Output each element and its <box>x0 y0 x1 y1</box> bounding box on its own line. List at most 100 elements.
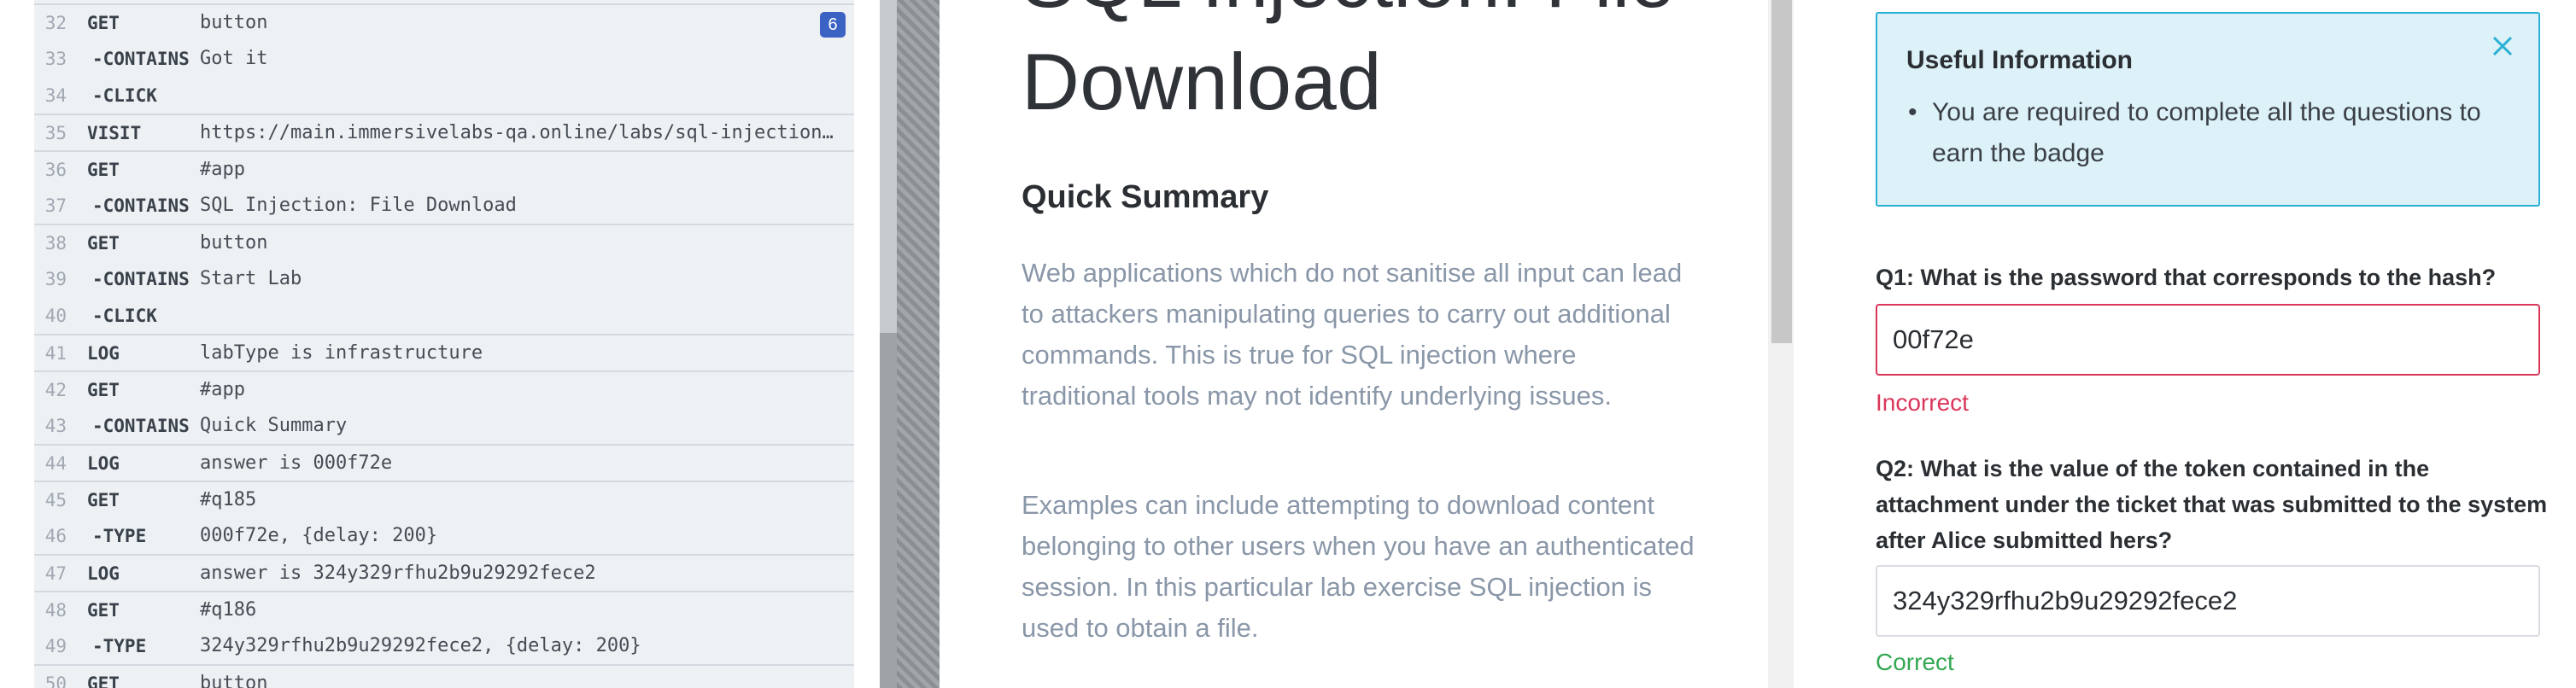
command-name: VISIT <box>87 122 142 143</box>
question-2-prefix: Q2: <box>1876 456 1915 481</box>
command-name: GET <box>87 489 120 510</box>
command-name: LOG <box>87 342 120 364</box>
info-title: Useful Information <box>1906 46 2134 74</box>
line-number: 38 <box>44 232 67 254</box>
command-log-panel: 32 GET button 6 33 -CONTAINS Got it 34 -CLICK 35 V… <box>0 0 880 688</box>
command-name: GET <box>87 599 120 621</box>
command-message: labType is infrastructure <box>200 342 483 364</box>
command-log-row[interactable]: 34 -CLICK <box>34 77 854 114</box>
command-message: https://main.immersivelabs-qa.online/lab… <box>200 122 854 143</box>
line-number: 32 <box>44 12 67 33</box>
command-message: Quick Summary <box>200 415 348 436</box>
command-log-row[interactable]: 43 -CONTAINS Quick Summary <box>34 407 854 444</box>
command-log-row[interactable]: 46 -TYPE 000f72e, {delay: 200} <box>34 517 854 554</box>
command-log-row[interactable]: 45 GET #q185 <box>34 481 854 517</box>
question-1-prefix: Q1: <box>1876 265 1915 290</box>
command-name: -TYPE <box>92 635 147 656</box>
line-number: 44 <box>44 452 67 474</box>
line-number: 34 <box>44 85 67 106</box>
command-name: -CLICK <box>92 85 157 106</box>
summary-paragraph-1: Web applications which do not sanitise a… <box>1022 258 1683 411</box>
command-log-list: 32 GET button 6 33 -CONTAINS Got it 34 -CLICK 35 V… <box>34 0 854 688</box>
question-2-label: Q2: What is the value of the token conta… <box>1876 451 2550 558</box>
line-number: 42 <box>44 379 67 400</box>
question-1-status: Incorrect <box>1876 389 1969 416</box>
line-number: 40 <box>44 305 67 326</box>
scrollbar-thumb[interactable] <box>880 333 897 688</box>
command-log-row[interactable]: 47 LOG answer is 324y329rfhu2b9u29292fece2 <box>34 554 854 591</box>
line-number: 48 <box>44 599 67 621</box>
line-number: 33 <box>44 48 67 69</box>
command-log-row[interactable]: 33 -CONTAINS Got it <box>34 40 854 77</box>
command-message: answer is 324y329rfhu2b9u29292fece2 <box>200 563 596 584</box>
command-log-row[interactable]: 44 LOG answer is 000f72e <box>34 444 854 481</box>
question-2-answer-input[interactable] <box>1876 565 2540 637</box>
command-log-row[interactable]: 50 GET button <box>34 664 854 688</box>
line-number: 36 <box>44 159 67 180</box>
command-message: 000f72e, {delay: 200} <box>200 525 438 546</box>
command-message: 324y329rfhu2b9u29292fece2, {delay: 200} <box>200 635 641 656</box>
quick-summary-heading: Quick Summary <box>1022 179 1269 215</box>
line-number: 39 <box>44 268 67 289</box>
line-number: 50 <box>44 673 67 688</box>
line-number: 37 <box>44 195 67 216</box>
command-log-row[interactable]: 42 GET #app <box>34 370 854 407</box>
command-name: -CONTAINS <box>92 195 190 216</box>
question-2-text: What is the value of the token contained… <box>1876 456 2548 553</box>
lab-title: Download <box>1022 37 1383 126</box>
question-1-label: Q1: What is the password that correspond… <box>1876 259 2550 295</box>
command-log-row[interactable]: 41 LOG labType is infrastructure <box>34 334 854 370</box>
question-2-status: Correct <box>1876 649 1954 675</box>
command-name: -CONTAINS <box>92 268 190 289</box>
command-message: SQL Injection: File Download <box>200 195 517 216</box>
line-number: 35 <box>44 122 67 143</box>
command-name: -TYPE <box>92 525 147 546</box>
line-number: 41 <box>44 342 67 364</box>
scrollbar-thumb[interactable] <box>1771 0 1792 343</box>
line-number: 47 <box>44 563 67 584</box>
command-message: answer is 000f72e <box>200 452 393 474</box>
question-1-answer-input[interactable] <box>1876 304 2540 376</box>
useful-information-box: Useful Information You are required to c… <box>1876 12 2540 207</box>
questions-panel: Useful Information You are required to c… <box>1794 0 2576 688</box>
line-number: 46 <box>44 525 67 546</box>
command-name: GET <box>87 232 120 254</box>
command-message: button <box>200 673 268 688</box>
line-number: 45 <box>44 489 67 510</box>
info-list: You are required to complete all the que… <box>1906 92 2521 174</box>
command-message: Start Lab <box>200 268 302 289</box>
close-icon[interactable] <box>2485 29 2520 63</box>
command-message: #q185 <box>200 489 257 510</box>
lab-content: SQL Injection: File Download Quick Summa… <box>940 0 1768 688</box>
command-message: button <box>200 12 268 33</box>
line-number: 49 <box>44 635 67 656</box>
panel-resize-divider[interactable] <box>897 0 940 688</box>
summary-paragraph-2: Examples can include attempting to downl… <box>1022 490 1695 643</box>
command-log-row[interactable]: 48 GET #q186 <box>34 591 854 627</box>
command-message: #q186 <box>200 599 257 621</box>
command-message: button <box>200 232 268 254</box>
lab-title-prev: SQL Injection: File <box>1022 0 1675 26</box>
command-name: GET <box>87 12 120 33</box>
command-log-row[interactable]: 36 GET #app <box>34 150 854 187</box>
command-message: #app <box>200 379 245 400</box>
command-log-row[interactable]: 32 GET button 6 <box>34 3 854 40</box>
command-name: GET <box>87 673 120 688</box>
lab-content-scrollbar[interactable] <box>1768 0 1794 688</box>
command-log-row[interactable]: 38 GET button <box>34 224 854 260</box>
line-number: 43 <box>44 415 67 436</box>
command-log-row[interactable]: 39 -CONTAINS Start Lab <box>34 260 854 297</box>
command-log-row[interactable]: 37 -CONTAINS SQL Injection: File Download <box>34 187 854 224</box>
command-name: GET <box>87 159 120 180</box>
info-list-item: You are required to complete all the que… <box>1906 92 2521 174</box>
command-message: Got it <box>200 48 268 69</box>
command-name: -CONTAINS <box>92 415 190 436</box>
command-log-row[interactable]: 35 VISIT https://main.immersivelabs-qa.onl… <box>34 114 854 150</box>
command-message: #app <box>200 159 245 180</box>
command-log-row[interactable]: 49 -TYPE 324y329rfhu2b9u29292fece2, {delay… <box>34 627 854 664</box>
question-1-text: What is the password that corresponds to… <box>1920 265 2497 290</box>
command-log-row[interactable]: 40 -CLICK <box>34 297 854 334</box>
command-name: LOG <box>87 563 120 584</box>
command-log-scrollbar[interactable] <box>880 0 897 688</box>
command-name: GET <box>87 379 120 400</box>
